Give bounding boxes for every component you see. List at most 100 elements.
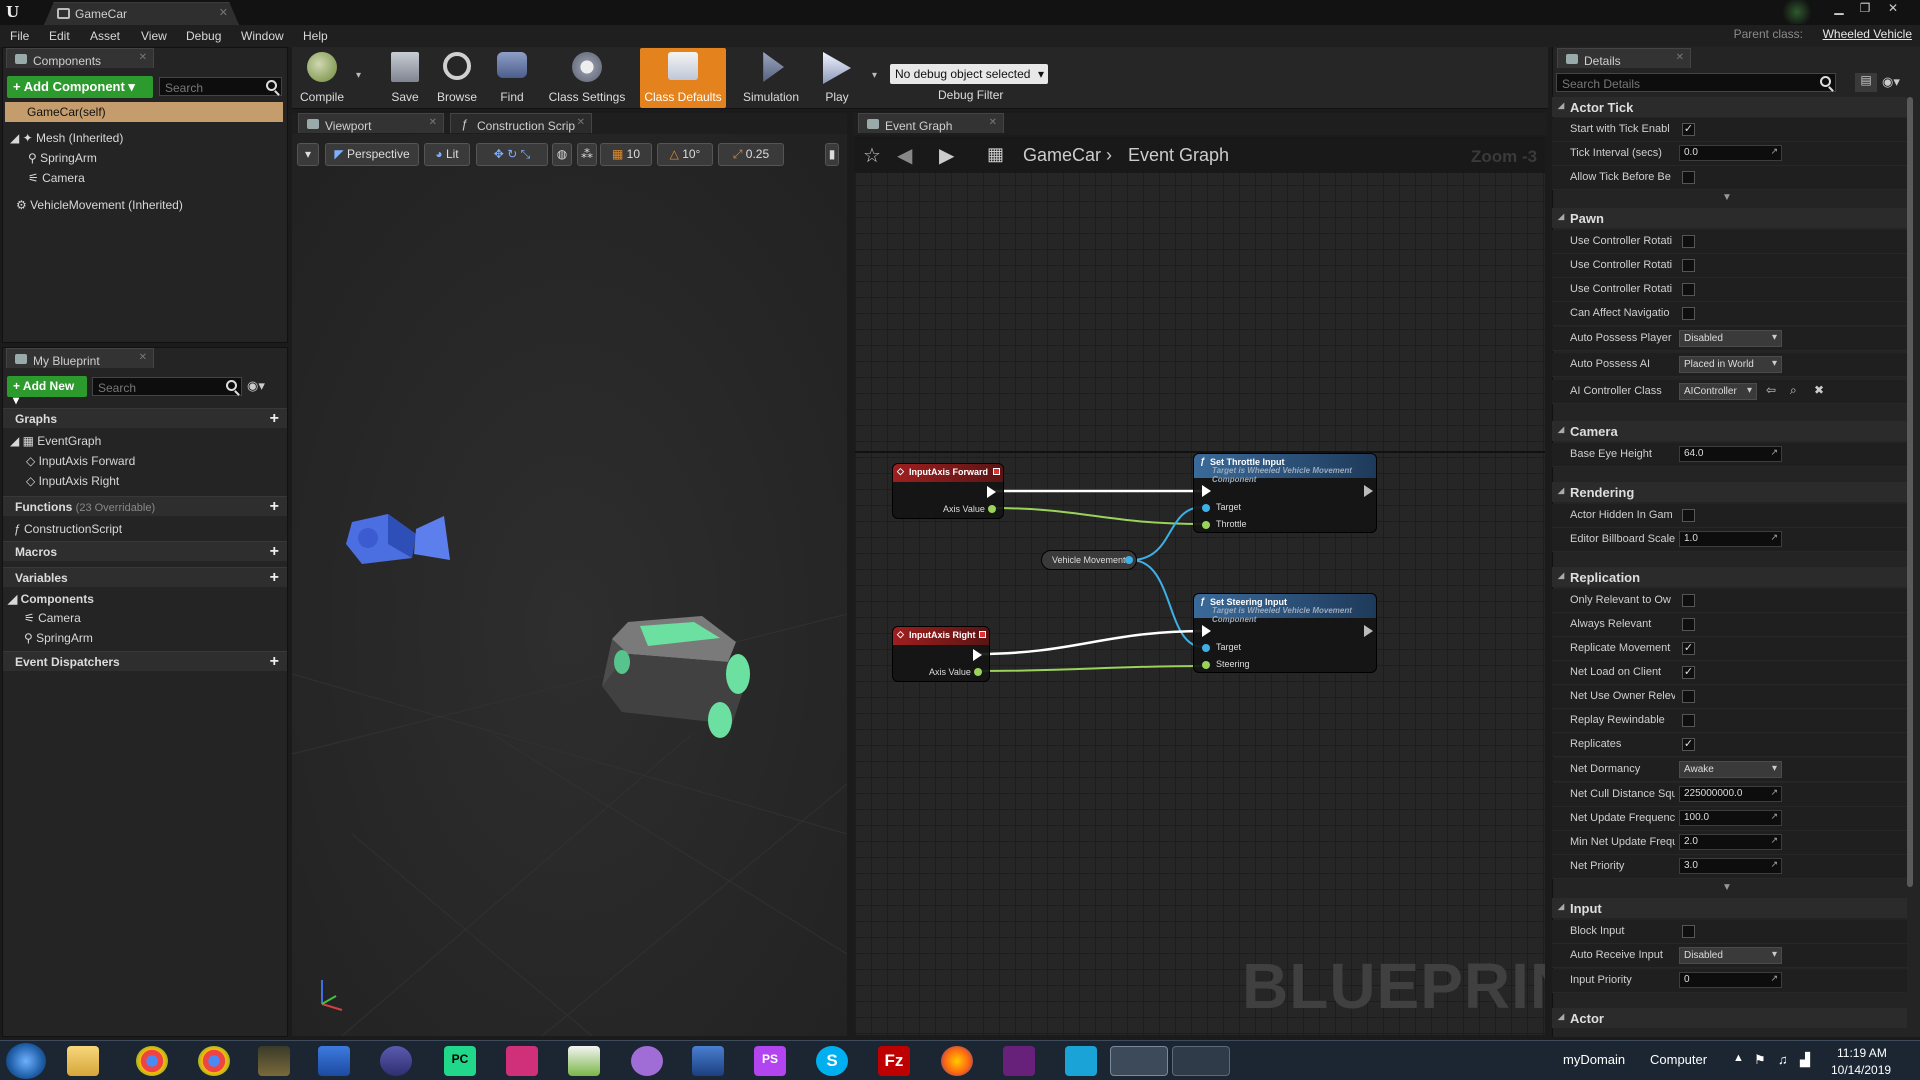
- graphs-section-header[interactable]: Graphs +: [3, 408, 287, 428]
- billboard-scale-field[interactable]: 1.0: [1679, 531, 1782, 547]
- menu-help[interactable]: Help: [303, 29, 328, 43]
- min-net-update-field[interactable]: 2.0: [1679, 834, 1782, 850]
- thunderbird-icon[interactable]: [318, 1046, 350, 1076]
- add-new-button[interactable]: + Add New ▾: [7, 376, 87, 407]
- unreal-logo-icon[interactable]: U: [6, 3, 26, 23]
- compile-button[interactable]: Compile: [295, 48, 349, 108]
- tray-volume-icon[interactable]: ♫: [1778, 1052, 1788, 1067]
- tray-overflow-chevron-icon[interactable]: ▲: [1733, 1052, 1744, 1064]
- throttle-pin[interactable]: [1202, 521, 1210, 529]
- functions-section-header[interactable]: Functions (23 Overridable) +: [3, 496, 287, 516]
- exec-output-pin[interactable]: [987, 486, 996, 498]
- always-relevant-checkbox[interactable]: [1682, 618, 1695, 631]
- chrome-dev-icon[interactable]: [198, 1046, 230, 1076]
- visual-studio-icon[interactable]: [1003, 1046, 1035, 1076]
- section-actor[interactable]: Actor: [1552, 1008, 1907, 1028]
- component-row-camera[interactable]: ⚟ Camera: [28, 171, 85, 188]
- section-pawn[interactable]: Pawn: [1552, 208, 1907, 228]
- menu-file[interactable]: File: [10, 29, 29, 43]
- only-relevant-checkbox[interactable]: [1682, 594, 1695, 607]
- add-dispatcher-plus-icon[interactable]: +: [270, 653, 279, 671]
- pycharm-icon[interactable]: PC: [444, 1046, 476, 1076]
- use-controller-rotation-checkbox[interactable]: [1682, 259, 1695, 272]
- github-desktop-icon[interactable]: [631, 1046, 663, 1076]
- net-load-on-client-checkbox[interactable]: ✓: [1682, 666, 1695, 679]
- net-priority-field[interactable]: 3.0: [1679, 858, 1782, 874]
- variable-row-camera[interactable]: ⚟ Camera: [24, 611, 81, 628]
- graph-row-inputaxis-right[interactable]: ◇ InputAxis Right: [26, 474, 119, 491]
- actor-hidden-in-game-checkbox[interactable]: [1682, 509, 1695, 522]
- section-rendering[interactable]: Rendering: [1552, 482, 1907, 502]
- maximize-icon[interactable]: ❐: [1852, 1, 1878, 17]
- parent-class-link[interactable]: Wheeled Vehicle: [1823, 27, 1912, 41]
- steering-pin[interactable]: [1202, 661, 1210, 669]
- add-macro-plus-icon[interactable]: +: [270, 543, 279, 561]
- graph-row-eventgraph[interactable]: ◢ ▦ EventGraph: [10, 434, 101, 451]
- unreal-launcher-taskbar-icon[interactable]: [1172, 1046, 1230, 1076]
- expand-advanced-chevron-icon[interactable]: ▼: [1722, 882, 1732, 893]
- blueprint-search-input[interactable]: Search: [92, 377, 242, 396]
- close-tab-icon[interactable]: ✕: [219, 6, 228, 19]
- variables-section-header[interactable]: Variables +: [3, 567, 287, 587]
- use-controller-rotation-checkbox[interactable]: [1682, 235, 1695, 248]
- league-client-icon[interactable]: [258, 1046, 290, 1076]
- exec-input-pin[interactable]: [1202, 485, 1211, 497]
- base-eye-height-field[interactable]: 64.0: [1679, 446, 1782, 462]
- tab-viewport[interactable]: Viewport ✕: [298, 113, 444, 133]
- close-window-icon[interactable]: ✕: [1880, 1, 1906, 17]
- file-explorer-icon[interactable]: [67, 1046, 99, 1076]
- exec-output-pin[interactable]: [1364, 485, 1373, 497]
- allow-tick-checkbox[interactable]: [1682, 171, 1695, 184]
- auto-possess-player-select[interactable]: Disabled: [1679, 330, 1782, 347]
- transform-tools-group[interactable]: ✥ ↻ ⤡: [476, 143, 548, 166]
- viewport-layout-icon[interactable]: ▮: [825, 143, 839, 166]
- play-button[interactable]: Play: [812, 48, 862, 108]
- clock-time[interactable]: 11:19 AM: [1837, 1046, 1887, 1060]
- source-control-icon[interactable]: [1780, 0, 1814, 24]
- variable-row-springarm[interactable]: ⚲ SpringArm: [24, 631, 93, 648]
- remote-desktop-icon[interactable]: [1065, 1046, 1097, 1076]
- close-tab-icon[interactable]: ✕: [1676, 52, 1684, 63]
- section-actor-tick[interactable]: Actor Tick: [1552, 97, 1907, 117]
- camera-mesh[interactable]: [346, 514, 450, 564]
- phpstorm-icon[interactable]: PS: [754, 1046, 786, 1076]
- menu-window[interactable]: Window: [241, 29, 284, 43]
- save-button[interactable]: Save: [383, 48, 427, 108]
- expand-advanced-chevron-icon[interactable]: ▼: [1722, 192, 1732, 203]
- compile-options-chevron-icon[interactable]: ▾: [356, 70, 361, 81]
- input-priority-field[interactable]: 0: [1679, 972, 1782, 988]
- scale-snap-button[interactable]: ⤢ 0.25: [718, 143, 784, 166]
- net-dormancy-select[interactable]: Awake: [1679, 761, 1782, 778]
- tray-network-icon[interactable]: ▟: [1800, 1052, 1810, 1068]
- start-with-tick-checkbox[interactable]: ✓: [1682, 123, 1695, 136]
- components-search-input[interactable]: Search: [159, 77, 282, 96]
- event-dispatchers-section-header[interactable]: Event Dispatchers +: [3, 651, 287, 671]
- grid-snap-button[interactable]: ▦ 10: [600, 143, 652, 166]
- target-pin[interactable]: [1202, 504, 1210, 512]
- replicate-movement-checkbox[interactable]: ✓: [1682, 642, 1695, 655]
- component-row-self[interactable]: GameCar(self): [5, 102, 283, 122]
- menu-view[interactable]: View: [141, 29, 167, 43]
- tab-construction-script[interactable]: ƒ Construction Scrip ✕: [450, 113, 592, 133]
- lit-button[interactable]: ◕ Lit: [424, 143, 470, 166]
- components-category-row[interactable]: ◢ Components: [8, 592, 94, 609]
- node-inputaxis-forward[interactable]: ◇ InputAxis Forward Axis Value: [892, 463, 1004, 519]
- add-variable-plus-icon[interactable]: +: [270, 569, 279, 587]
- node-inputaxis-right[interactable]: ◇ InputAxis Right Axis Value: [892, 626, 990, 682]
- play-options-chevron-icon[interactable]: ▾: [872, 70, 877, 81]
- component-row-springarm[interactable]: ⚲ SpringArm: [28, 151, 97, 168]
- class-settings-button[interactable]: Class Settings: [544, 48, 630, 108]
- browse-button[interactable]: Browse: [432, 48, 482, 108]
- menu-asset[interactable]: Asset: [90, 29, 120, 43]
- tray-flag-icon[interactable]: ⚑: [1754, 1052, 1766, 1068]
- function-row-constructionscript[interactable]: ƒ ConstructionScript: [14, 522, 122, 539]
- viewport-options-chevron-icon[interactable]: ▾: [297, 143, 319, 166]
- clear-icon[interactable]: ✖: [1814, 383, 1824, 397]
- close-tab-icon[interactable]: ✕: [577, 117, 585, 128]
- block-input-checkbox[interactable]: [1682, 925, 1695, 938]
- tab-details[interactable]: Details ✕: [1557, 48, 1691, 68]
- menu-debug[interactable]: Debug: [186, 29, 221, 43]
- translate-icon[interactable]: ✥: [494, 147, 504, 161]
- replay-rewindable-checkbox[interactable]: [1682, 714, 1695, 727]
- ai-controller-class-select[interactable]: AIController: [1679, 383, 1757, 400]
